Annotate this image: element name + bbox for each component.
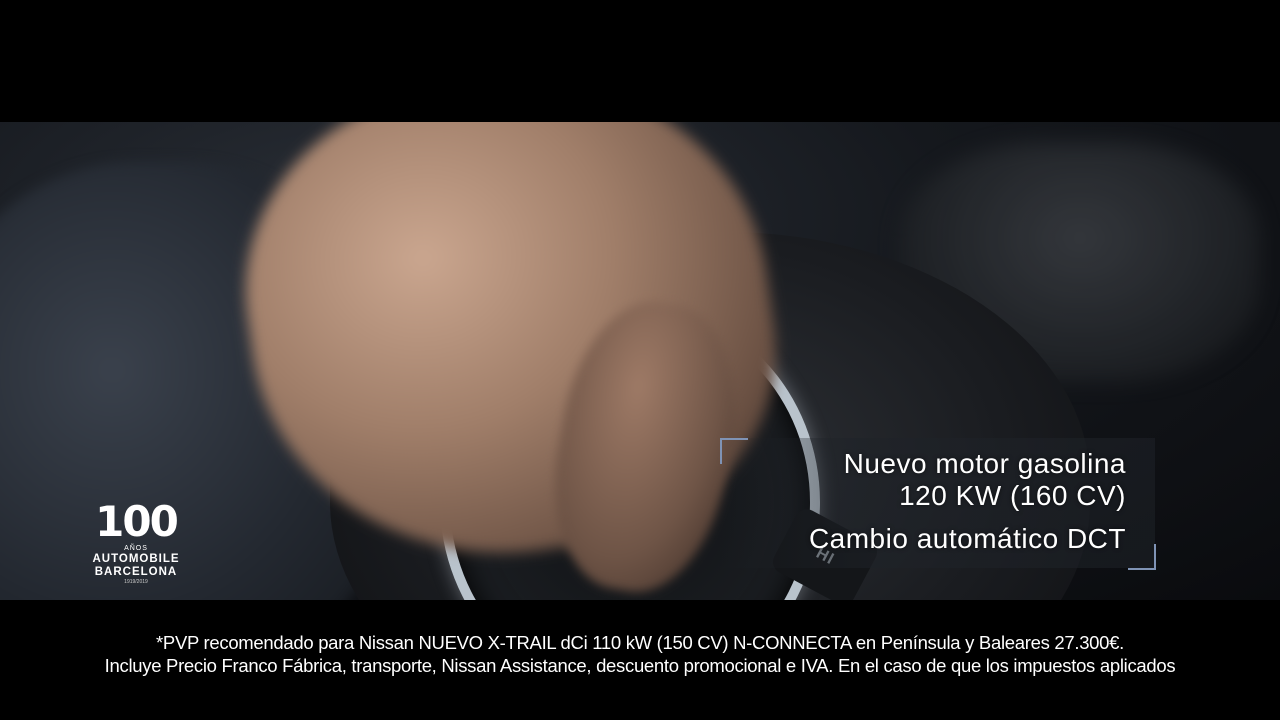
logo-automobile: AUTOMOBILE [92, 553, 180, 565]
bracket-bottom-right [1128, 544, 1156, 570]
spec-power: 120 KW (160 CV) [899, 480, 1126, 511]
disclaimer-line-2: Incluye Precio Franco Fábrica, transport… [104, 655, 1176, 676]
logo-number: 100 [95, 497, 179, 546]
letterbox-top [0, 0, 1280, 122]
logo-barcelona: BARCELONA [94, 566, 178, 578]
bracket-top-left [720, 438, 748, 464]
spec-transmission: Cambio automático DCT [808, 523, 1126, 554]
logo-years: 1919/2019 [124, 579, 148, 585]
anniversary-logo: 100 AÑOS AUTOMOBILE BARCELONA 1919/2019 [84, 500, 188, 590]
spec-engine: Nuevo motor gasolina [843, 448, 1126, 479]
disclaimer-line-1: *PVP recomendado para Nissan NUEVO X-TRA… [156, 632, 1124, 653]
